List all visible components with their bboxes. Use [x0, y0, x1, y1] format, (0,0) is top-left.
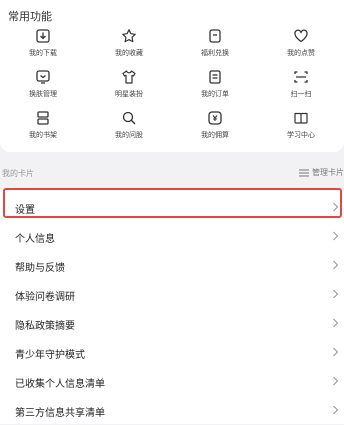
common-functions-card: 常用功能 我的下载 我的收藏 福利兑换 我的点赞 换肤管理 明星装扮 我的订单 … [0, 0, 344, 152]
settings-row-privacy-summary[interactable]: 隐私政策摘要 [0, 309, 344, 338]
feature-welfare[interactable]: 福利兑换 [172, 28, 258, 58]
settings-list: 设置 个人信息 帮助与反馈 体验问卷调研 隐私政策摘要 青少年守护模式 已收集个… [0, 190, 344, 424]
chevron-right-icon [333, 231, 339, 241]
my-cards-title: 我的卡片 [2, 169, 34, 178]
feature-label: 我的点赞 [287, 49, 315, 57]
settings-row-teen-mode[interactable]: 青少年守护模式 [0, 338, 344, 367]
row-label: 帮助与反馈 [15, 263, 65, 274]
star-icon [122, 29, 136, 43]
feature-stock-ask[interactable]: 我的问股 [86, 110, 172, 140]
chevron-right-icon [333, 289, 339, 299]
chevron-right-icon [333, 376, 339, 386]
settings-row-personal-info[interactable]: 个人信息 [0, 222, 344, 251]
selection-highlight [3, 188, 342, 218]
bookshelf-icon [37, 111, 49, 125]
download-icon [36, 29, 50, 43]
feature-bookshelf[interactable]: 我的书架 [0, 110, 86, 140]
feature-label: 扫一扫 [290, 90, 312, 98]
settings-row-collected-info[interactable]: 已收集个人信息清单 [0, 367, 344, 396]
feature-label: 学习中心 [287, 131, 315, 139]
feature-label: 我的订单 [201, 90, 229, 98]
feature-star-outfit[interactable]: 明星装扮 [86, 69, 172, 99]
feature-likes[interactable]: 我的点赞 [258, 28, 344, 58]
row-label: 隐私政策摘要 [15, 321, 75, 332]
row-label: 青少年守护模式 [15, 350, 85, 361]
gift-box-icon [209, 29, 221, 43]
feature-label: 我的下载 [29, 49, 57, 57]
settings-row-third-party-sharing[interactable]: 第三方信息共享清单 [0, 396, 344, 425]
order-icon [209, 70, 221, 84]
feature-download[interactable]: 我的下载 [0, 28, 86, 58]
row-label: 体验问卷调研 [15, 292, 75, 303]
chevron-right-icon [333, 347, 339, 357]
feature-label: 换肤管理 [29, 90, 57, 98]
book-icon [294, 112, 308, 124]
section-title: 常用功能 [8, 10, 52, 23]
feature-orders[interactable]: 我的订单 [172, 69, 258, 99]
wallet-icon [208, 111, 222, 125]
heart-icon [294, 29, 308, 43]
feature-label: 我的问股 [115, 131, 143, 139]
shirt-icon [122, 70, 136, 84]
row-label: 个人信息 [15, 234, 55, 245]
chevron-right-icon [333, 318, 339, 328]
manage-cards-label: 管理卡片 [312, 168, 344, 177]
feature-label: 我的佣算 [201, 131, 229, 139]
settings-row-survey[interactable]: 体验问卷调研 [0, 280, 344, 309]
feature-scan[interactable]: 扫一扫 [258, 69, 344, 99]
feature-learning[interactable]: 学习中心 [258, 110, 344, 140]
skin-icon [36, 70, 50, 84]
chevron-right-icon [333, 260, 339, 270]
row-label: 已收集个人信息清单 [15, 379, 105, 390]
search-icon [122, 111, 136, 125]
chevron-right-icon [333, 405, 339, 415]
feature-label: 我的书架 [29, 131, 57, 139]
feature-label: 明星装扮 [115, 90, 143, 98]
feature-label: 福利兑换 [201, 49, 229, 57]
feature-label: 我的收藏 [115, 49, 143, 57]
feature-favorites[interactable]: 我的收藏 [86, 28, 172, 58]
feature-commission[interactable]: 我的佣算 [172, 110, 258, 140]
feature-skin[interactable]: 换肤管理 [0, 69, 86, 99]
list-icon [299, 169, 309, 176]
row-label: 第三方信息共享清单 [15, 408, 105, 419]
scan-icon [294, 71, 308, 83]
settings-row-help-feedback[interactable]: 帮助与反馈 [0, 251, 344, 280]
manage-cards-button[interactable]: 管理卡片 [299, 167, 344, 178]
